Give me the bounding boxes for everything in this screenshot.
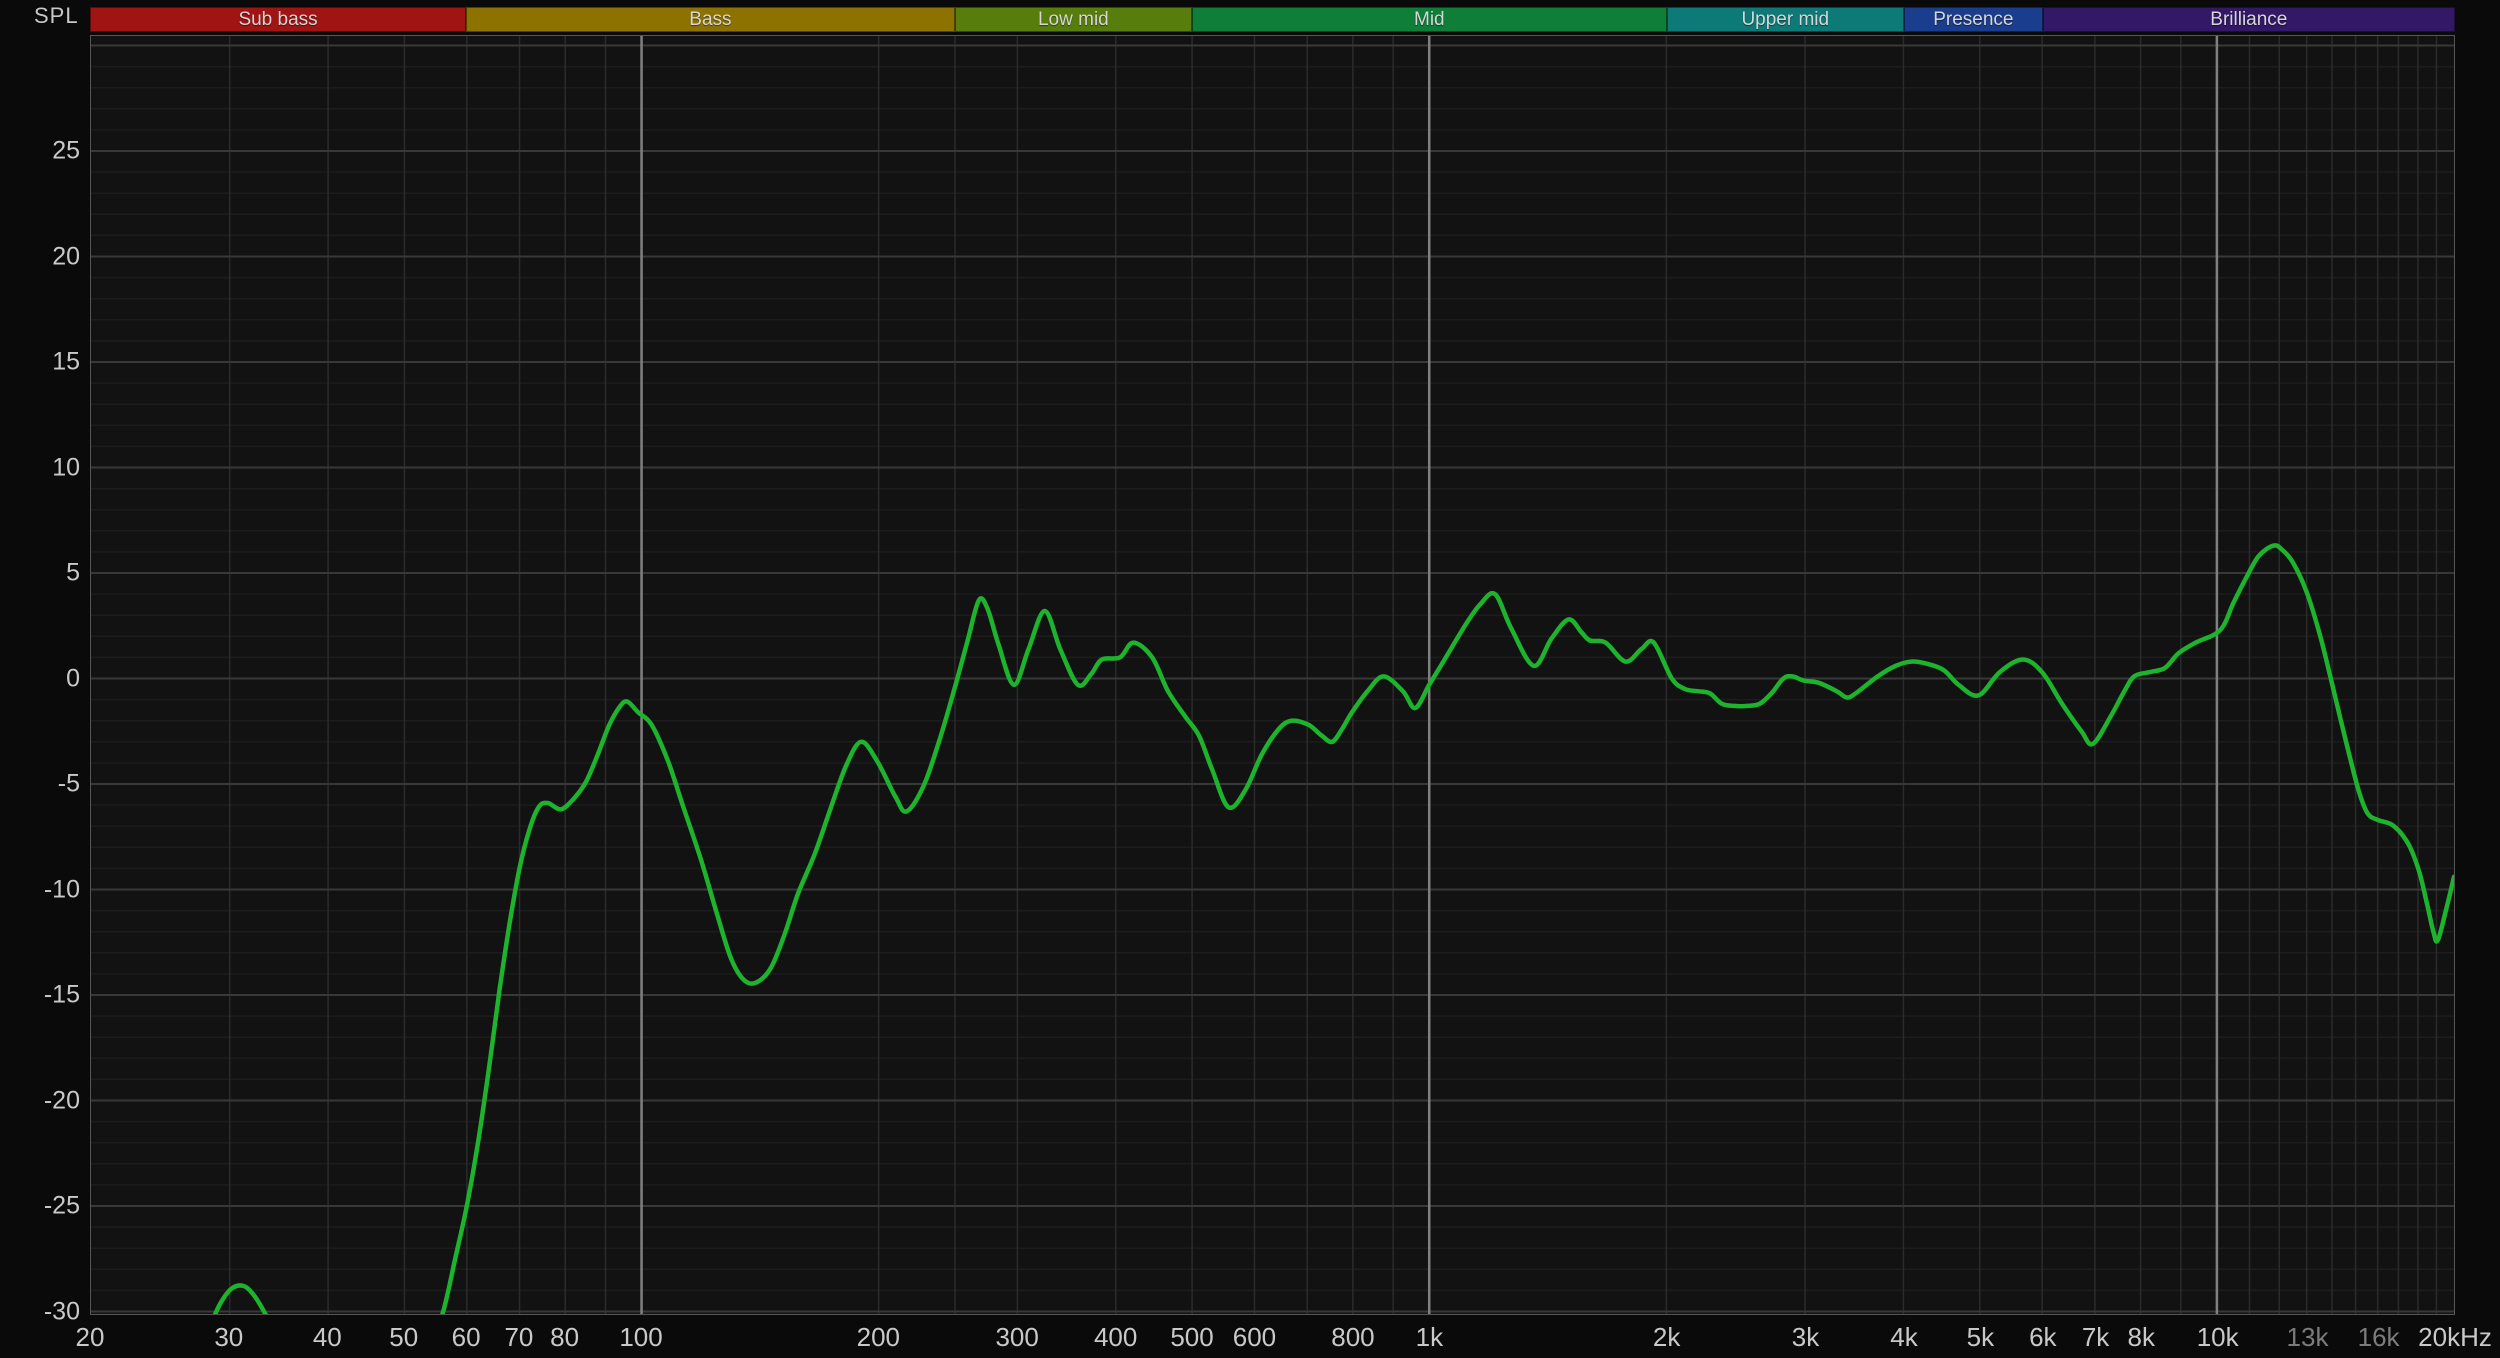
frequency-response-chart (91, 36, 2454, 1314)
band-label: Brilliance (2210, 9, 2288, 30)
x-tick-label: 3k (1791, 1322, 1820, 1352)
x-tick-label: 20 (75, 1322, 105, 1352)
y-tick-label: -5 (57, 769, 80, 798)
band-label: Mid (1414, 9, 1445, 30)
x-tick-label: 100 (619, 1322, 663, 1352)
x-tick-label: 50 (389, 1322, 419, 1352)
band-label: Low mid (1037, 9, 1109, 30)
x-tick-label: 16k (2357, 1322, 2400, 1352)
x-tick-label: 13k (2286, 1322, 2329, 1352)
y-tick-label: 15 (52, 347, 80, 376)
band-segment-presence: Presence (1903, 7, 2043, 32)
y-tick-label: 25 (52, 136, 80, 165)
y-tick-label: 20 (52, 242, 80, 270)
response-curve (212, 543, 2454, 1314)
band-segment-sub-bass: Sub bass (90, 7, 467, 32)
band-strip: Sub bass Bass Low mid Mid Upper mid Presence B… (90, 7, 2455, 32)
band-label: Sub bass (238, 9, 318, 30)
chart-plot-area (90, 35, 2455, 1315)
x-tick-label: 5k (1966, 1322, 1995, 1352)
band-label: Bass (689, 9, 732, 30)
x-tick-label: 40 (312, 1322, 342, 1352)
band-segment-bass: Bass (466, 7, 955, 32)
y-tick-label: 10 (52, 453, 80, 481)
x-tick-label: 1k (1415, 1322, 1444, 1352)
band-segment-upper-mid: Upper mid (1666, 7, 1904, 32)
x-tick-label: 6k (2029, 1322, 2057, 1352)
x-tick-label: 60 (451, 1322, 481, 1352)
x-tick-label: 2k (1652, 1322, 1681, 1352)
y-axis-tick-labels: 25 20 15 10 5 0 -5 -10 -15 -20 -25 -30 (0, 0, 84, 1358)
band-segment-brilliance: Brilliance (2042, 7, 2455, 32)
x-tick-label: 500 (1170, 1322, 1214, 1352)
band-label: Presence (1933, 9, 2014, 30)
x-tick-label: 800 (1331, 1322, 1375, 1352)
y-tick-label: 0 (66, 664, 80, 692)
x-tick-label: 80 (550, 1322, 580, 1352)
band-segment-mid: Mid (1192, 7, 1667, 32)
x-tick-label: 8k (2127, 1322, 2156, 1352)
x-tick-label: 70 (504, 1322, 534, 1352)
x-tick-label: 200 (856, 1322, 901, 1352)
x-tick-label: 4k (1890, 1322, 1918, 1352)
y-tick-label: -25 (43, 1191, 80, 1220)
band-label: Upper mid (1741, 9, 1830, 30)
x-tick-label: 400 (1093, 1322, 1138, 1352)
y-tick-label: -20 (43, 1086, 80, 1114)
y-tick-label: -30 (43, 1297, 80, 1325)
x-tick-label: 10k (2196, 1322, 2239, 1352)
y-tick-label: -10 (43, 875, 80, 903)
x-tick-label: 600 (1232, 1322, 1277, 1352)
band-segment-low-mid: Low mid (954, 7, 1193, 32)
y-tick-label: -15 (43, 980, 80, 1009)
x-axis-tick-labels: 20 30 40 50 60 70 80 100 200 300 400 500 600 800 1k 2k 3… (76, 1320, 2492, 1358)
spl-analyzer-screen: { "header": { "spl_label": "SPL" }, "col… (0, 0, 2500, 1358)
x-tick-label: 7k (2081, 1322, 2110, 1352)
x-tick-label: 30 (214, 1322, 244, 1352)
x-tick-label: 20kHz (2418, 1322, 2492, 1352)
y-tick-label: 5 (66, 558, 80, 587)
x-tick-label: 300 (995, 1322, 1039, 1352)
